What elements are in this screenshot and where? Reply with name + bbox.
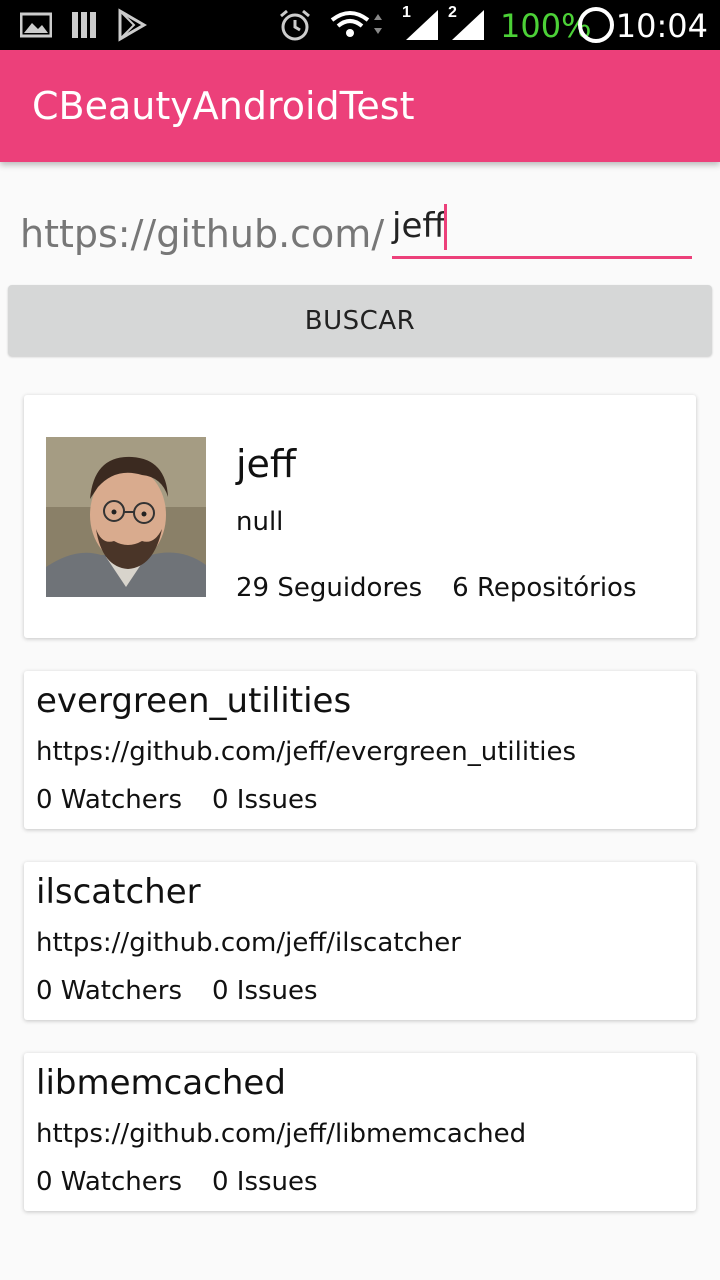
github-url-prefix: https://github.com/ bbox=[20, 212, 385, 256]
wifi-icon bbox=[330, 11, 382, 37]
repo-issues: 0 Issues bbox=[211, 976, 318, 1006]
library-notification-icon bbox=[72, 12, 96, 38]
repo-card[interactable]: evergreen_utilities https://github.com/j… bbox=[24, 671, 696, 829]
repo-name: libmemcached bbox=[36, 1063, 286, 1103]
repo-stats: 0 Watchers 0 Issues bbox=[36, 785, 318, 815]
sim1-label: 1 bbox=[402, 4, 411, 21]
image-notification-icon bbox=[20, 12, 52, 38]
user-stats: 29 Seguidores 6 Repositórios bbox=[236, 573, 637, 603]
repos-count: 6 Repositórios bbox=[452, 573, 637, 603]
repo-url: https://github.com/jeff/libmemcached bbox=[36, 1119, 527, 1149]
repo-card[interactable]: ilscatcher https://github.com/jeff/ilsca… bbox=[24, 862, 696, 1020]
repo-watchers: 0 Watchers bbox=[36, 785, 182, 815]
repo-watchers: 0 Watchers bbox=[36, 1167, 182, 1197]
alarm-icon bbox=[280, 9, 310, 41]
repo-issues: 0 Issues bbox=[211, 1167, 318, 1197]
repo-name: ilscatcher bbox=[36, 872, 201, 912]
repo-issues: 0 Issues bbox=[211, 785, 318, 815]
repo-stats: 0 Watchers 0 Issues bbox=[36, 1167, 318, 1197]
user-avatar bbox=[46, 437, 206, 597]
app-bar: CBeautyAndroidTest bbox=[0, 50, 720, 162]
username-input-value[interactable]: jeff bbox=[392, 206, 446, 246]
followers-count: 29 Seguidores bbox=[236, 573, 423, 603]
sim2-label: 2 bbox=[448, 4, 457, 21]
repo-url: https://github.com/jeff/evergreen_utilit… bbox=[36, 737, 577, 767]
user-bio: null bbox=[236, 507, 284, 537]
status-bar: 1 2 100% 10:04 bbox=[0, 0, 720, 50]
repo-stats: 0 Watchers 0 Issues bbox=[36, 976, 318, 1006]
repo-name: evergreen_utilities bbox=[36, 681, 352, 721]
user-name: jeff bbox=[236, 442, 297, 486]
app-title: CBeautyAndroidTest bbox=[32, 84, 415, 128]
repo-card[interactable]: libmemcached https://github.com/jeff/lib… bbox=[24, 1053, 696, 1211]
repo-url: https://github.com/jeff/ilscatcher bbox=[36, 928, 461, 958]
play-store-notification-icon bbox=[118, 8, 147, 42]
user-card: jeff null 29 Seguidores 6 Repositórios bbox=[24, 395, 696, 638]
repo-watchers: 0 Watchers bbox=[36, 976, 182, 1006]
text-cursor bbox=[444, 204, 447, 250]
search-button[interactable]: BUSCAR bbox=[8, 285, 712, 356]
battery-icon bbox=[578, 7, 614, 43]
clock: 10:04 bbox=[615, 7, 708, 45]
